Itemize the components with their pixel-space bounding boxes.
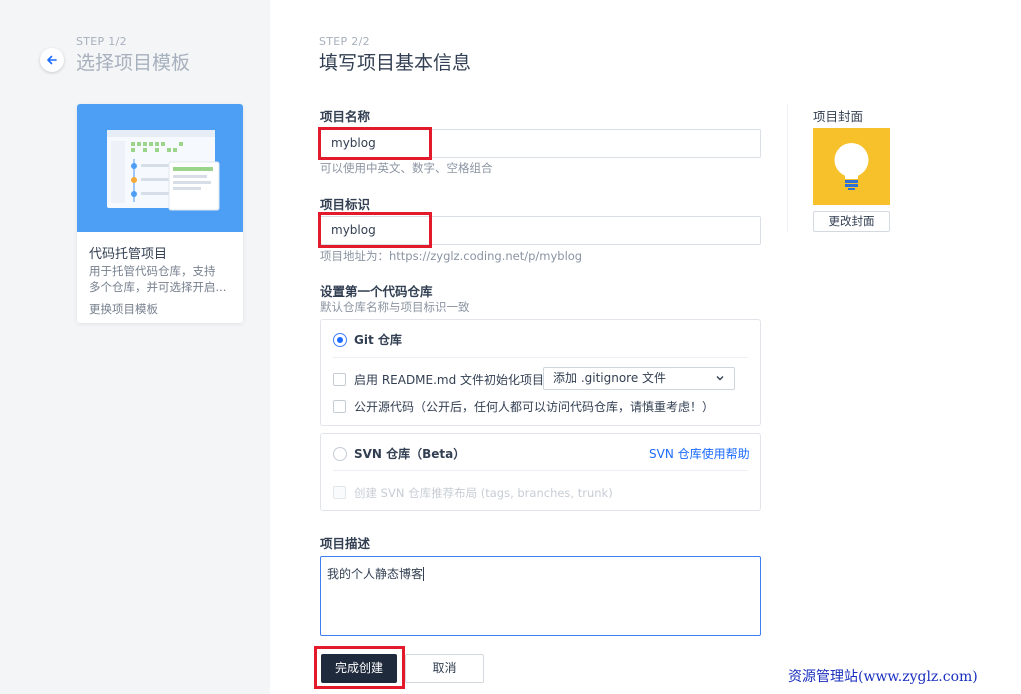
text-caret [423,567,425,581]
project-url-hint: 项目地址为：https://zyglz.coding.net/p/myblog [320,249,583,263]
cover-label: 项目封面 [813,109,864,124]
divider [787,104,788,232]
watermark-text: 资源管理站(www.zyglz.com) [788,669,978,685]
form-step-indicator: STEP 2/2 [319,35,370,48]
step-indicator: STEP 1/2 [76,35,127,48]
template-description-line2: 多个仓库，并可选择开启... [89,280,227,294]
project-name-label: 项目名称 [320,109,371,124]
template-card[interactable]: 代码托管项目 用于托管代码仓库，支持 多个仓库，并可选择开启... 更换项目模板 [77,104,243,323]
description-text: 我的个人静态博客 [327,567,424,581]
cancel-button[interactable]: 取消 [405,654,484,683]
divider [333,357,748,358]
template-sidebar: STEP 1/2 选择项目模板 代码托管项目 用于托管代码仓库，支持 多个仓库，… [0,0,270,694]
repo-section-label: 设置第一个代码仓库 [320,284,433,299]
description-label: 项目描述 [320,536,371,551]
template-description: 用于托管代码仓库，支持 多个仓库，并可选择开启... [89,263,235,295]
project-id-label: 项目标识 [320,197,371,212]
create-project-button[interactable]: 完成创建 [321,654,397,683]
repo-section-hint: 默认仓库名称与项目标识一致 [320,300,470,314]
svn-repo-radio[interactable] [333,447,347,461]
change-cover-button[interactable]: 更改封面 [813,211,890,232]
lightbulb-icon [834,143,869,190]
highlight-box [318,212,432,248]
svn-help-link[interactable]: SVN 仓库使用帮助 [649,445,750,462]
gitignore-select-value: 添加 .gitignore 文件 [553,371,667,385]
project-cover-image [813,128,890,205]
svn-layout-checkbox [333,486,346,499]
gitignore-select[interactable]: 添加 .gitignore 文件 [543,367,735,390]
svn-layout-checkbox-label: 创建 SVN 仓库推荐布局 (tags, branches, trunk) [354,486,613,500]
project-name-hint: 可以使用中英文、数字、空格组合 [320,161,493,175]
description-textarea[interactable]: 我的个人静态博客 [320,556,761,636]
template-title: 代码托管项目 [89,247,168,262]
template-preview-image [77,104,243,232]
back-button[interactable] [40,48,64,72]
opensource-checkbox[interactable] [333,400,346,413]
highlight-box [318,127,432,160]
readme-checkbox[interactable] [333,373,346,386]
opensource-checkbox-label: 公开源代码（公开后，任何人都可以访问代码仓库，请慎重考虑！） [354,400,715,414]
git-repo-label: Git 仓库 [354,333,402,347]
arrow-left-icon [47,55,57,65]
readme-checkbox-label: 启用 README.md 文件初始化项目 [354,373,545,387]
git-repo-radio[interactable] [333,333,347,347]
template-description-line1: 用于托管代码仓库，支持 [89,264,216,278]
form-step-title: 填写项目基本信息 [319,52,472,74]
step-title: 选择项目模板 [76,52,191,74]
change-template-link[interactable]: 更换项目模板 [89,301,158,317]
svn-repo-label: SVN 仓库（Beta） [354,447,466,461]
chevron-down-icon [716,376,724,381]
divider [333,470,748,471]
